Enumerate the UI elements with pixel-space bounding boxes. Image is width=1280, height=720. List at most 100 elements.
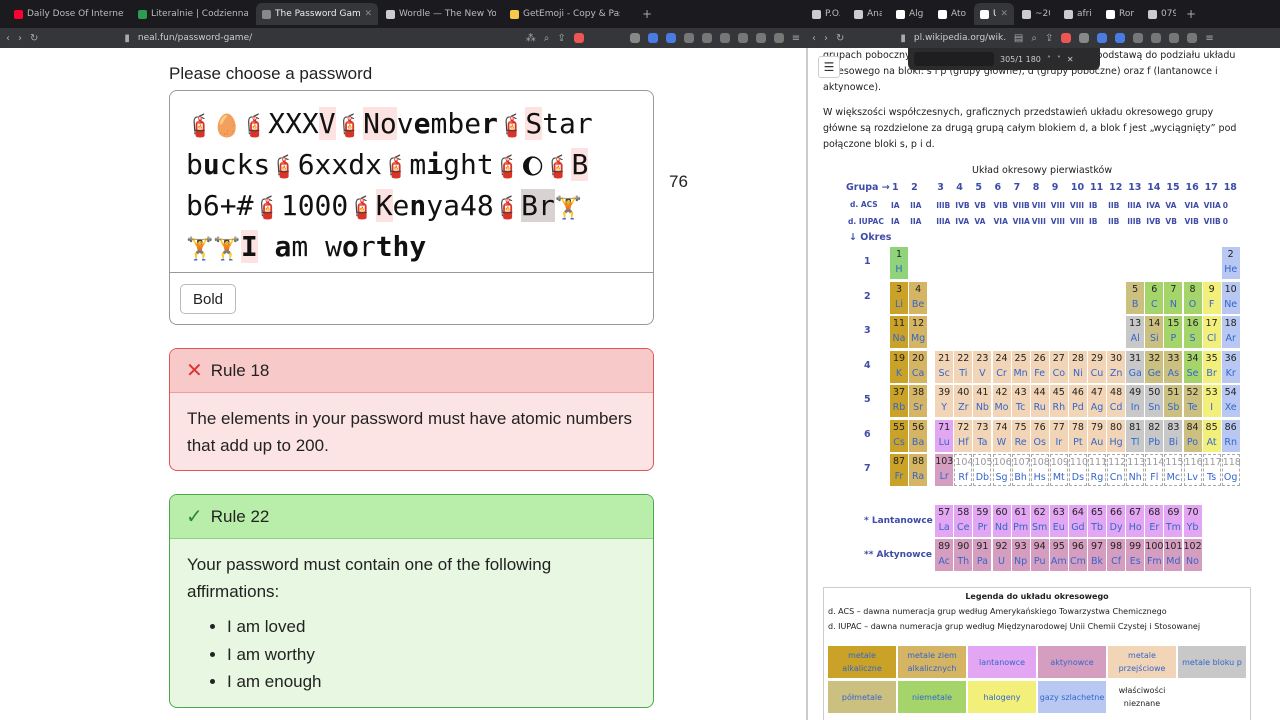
element-hf[interactable]: 72 Hf: [954, 419, 973, 452]
reload-icon[interactable]: ↻: [30, 33, 38, 44]
browser-tab[interactable]: ~200: [1016, 3, 1056, 25]
new-tab-right-icon[interactable]: +: [1186, 7, 1200, 21]
toc-menu-icon[interactable]: ☰: [818, 56, 840, 78]
element-h[interactable]: 1H: [890, 247, 908, 279]
element-rg[interactable]: 111 Rg: [1088, 454, 1107, 486]
element-at[interactable]: 85 At: [1202, 419, 1221, 452]
browser-tab[interactable]: The Password Game ✕: [256, 3, 378, 25]
forward-icon[interactable]: ›: [824, 33, 828, 44]
element-zn[interactable]: 30 Zn: [1107, 350, 1126, 383]
wallet-icon[interactable]: [1187, 33, 1198, 43]
element-ca[interactable]: 20 Ca: [909, 350, 928, 383]
element-pb[interactable]: 82 Pb: [1145, 419, 1164, 452]
extension-icon[interactable]: [1133, 33, 1144, 43]
element-pm[interactable]: 61 Pm: [1011, 505, 1030, 537]
element-co[interactable]: 27 Co: [1049, 350, 1068, 383]
extension-icon[interactable]: [1169, 33, 1180, 43]
password-box[interactable]: 🧯🥚🧯XXXV🧯November🧯Star bucks🧯6xxdx🧯might🧯🌔…: [169, 90, 654, 325]
element-lv[interactable]: 116 Lv: [1183, 454, 1203, 486]
element-cd[interactable]: 48 Cd: [1107, 385, 1126, 417]
forward-icon[interactable]: ›: [18, 33, 22, 44]
browser-tab[interactable]: P.O.: [806, 3, 846, 25]
address-bar[interactable]: neal.fun/password-game/: [138, 33, 518, 43]
share-icon[interactable]: ⇪: [557, 33, 565, 44]
element-eu[interactable]: 63 Eu: [1049, 505, 1068, 537]
element-au[interactable]: 79 Au: [1088, 419, 1106, 452]
legend-item[interactable]: halogeny: [968, 681, 1036, 713]
element-kr[interactable]: 36 Kr: [1221, 350, 1240, 383]
element-he[interactable]: 2 He: [1221, 247, 1240, 279]
element-ti[interactable]: 22 Ti: [954, 350, 973, 383]
element-th[interactable]: 90 Th: [954, 539, 973, 571]
element-pt[interactable]: 78 Pt: [1068, 419, 1087, 452]
browser-tab[interactable]: Algeb: [890, 3, 930, 25]
element-fe[interactable]: 26 Fe: [1030, 350, 1049, 383]
element-na[interactable]: 11 Na: [890, 316, 908, 348]
element-pr[interactable]: 59 Pr: [973, 505, 992, 537]
element-rf[interactable]: 104 Rf: [954, 454, 973, 486]
zoom-icon[interactable]: ⌕: [1031, 33, 1037, 44]
element-se[interactable]: 34 Se: [1183, 350, 1202, 383]
element-al[interactable]: 13 Al: [1126, 316, 1145, 348]
browser-tab[interactable]: Roma: [1100, 3, 1140, 25]
legend-item[interactable]: metale ziem alkalicznych: [898, 646, 966, 678]
element-yb[interactable]: 70 Yb: [1183, 505, 1202, 537]
element-f[interactable]: 9F: [1202, 281, 1221, 314]
element-rh[interactable]: 45 Rh: [1049, 385, 1068, 417]
legend-item[interactable]: aktynowce: [1038, 646, 1106, 678]
element-u[interactable]: 92 U: [992, 539, 1011, 571]
element-tc[interactable]: 43 Tc: [1011, 385, 1030, 417]
address-bar-right[interactable]: pl.wikipedia.org/wik...: [914, 33, 1006, 43]
element-sb[interactable]: 51 Sb: [1164, 385, 1183, 417]
element-db[interactable]: 105 Db: [973, 454, 993, 486]
wallet-icon[interactable]: [755, 33, 766, 43]
extension-icon[interactable]: [1151, 33, 1162, 43]
element-bi[interactable]: 83 Bi: [1164, 419, 1183, 452]
element-ce[interactable]: 58 Ce: [954, 505, 973, 537]
element-y[interactable]: 39 Y: [935, 385, 954, 417]
element-og[interactable]: 118 Og: [1221, 454, 1241, 486]
brave-shield-icon[interactable]: [1061, 33, 1072, 43]
element-b[interactable]: 5B: [1126, 281, 1145, 314]
extension-icon[interactable]: [719, 33, 730, 43]
close-tab-icon[interactable]: ✕: [364, 9, 372, 19]
element-mt[interactable]: 109 Mt: [1049, 454, 1069, 486]
extension-icon[interactable]: [683, 33, 694, 43]
legend-item[interactable]: półmetale: [828, 681, 896, 713]
element-ba[interactable]: 56 Ba: [909, 419, 928, 452]
browser-tab[interactable]: Daily Dose Of Internet - YouTube: [8, 3, 130, 25]
element-sr[interactable]: 38 Sr: [909, 385, 928, 417]
element-lu[interactable]: 71 Lu: [935, 419, 954, 452]
element-te[interactable]: 52 Te: [1183, 385, 1202, 417]
extension-icon[interactable]: [701, 33, 712, 43]
reload-icon[interactable]: ↻: [836, 33, 844, 44]
element-rb[interactable]: 37 Rb: [890, 385, 908, 417]
element-zr[interactable]: 40 Zr: [954, 385, 973, 417]
element-pd[interactable]: 46 Pd: [1068, 385, 1087, 417]
element-cf[interactable]: 98 Cf: [1107, 539, 1126, 571]
element-la[interactable]: 57 La: [935, 505, 954, 537]
element-ga[interactable]: 31 Ga: [1126, 350, 1145, 383]
element-ra[interactable]: 88 Ra: [909, 454, 928, 486]
element-n[interactable]: 7N: [1164, 281, 1183, 314]
element-er[interactable]: 68 Er: [1145, 505, 1164, 537]
find-next-icon[interactable]: ˅: [1057, 55, 1061, 64]
legend-item[interactable]: metale bloku p: [1178, 646, 1246, 678]
zoom-icon[interactable]: ⌕: [544, 33, 550, 44]
element-sg[interactable]: 106 Sg: [992, 454, 1012, 486]
element-ru[interactable]: 44 Ru: [1030, 385, 1049, 417]
element-fl[interactable]: 114 Fl: [1145, 454, 1164, 486]
element-mo[interactable]: 42 Mo: [992, 385, 1011, 417]
browser-tab[interactable]: africa: [1058, 3, 1098, 25]
element-xe[interactable]: 54 Xe: [1221, 385, 1240, 417]
element-ar[interactable]: 18 Ar: [1221, 316, 1240, 348]
browser-tab[interactable]: Anali: [848, 3, 888, 25]
element-o[interactable]: 8O: [1183, 281, 1202, 314]
element-tb[interactable]: 65 Tb: [1088, 505, 1106, 537]
element-br[interactable]: 35 Br: [1202, 350, 1221, 383]
element-lr[interactable]: 103 Lr: [935, 454, 953, 486]
extension-icon[interactable]: [1097, 33, 1108, 43]
element-w[interactable]: 74 W: [992, 419, 1011, 452]
bold-button[interactable]: Bold: [180, 284, 236, 314]
find-input[interactable]: [914, 52, 994, 66]
